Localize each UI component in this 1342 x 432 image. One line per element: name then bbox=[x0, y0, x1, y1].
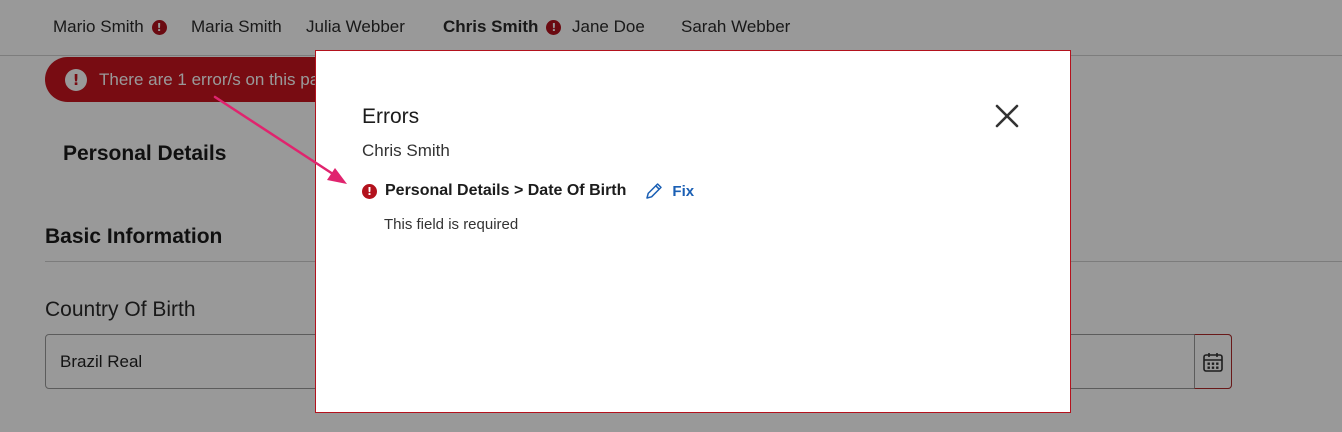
fix-link[interactable]: Fix bbox=[644, 181, 694, 201]
error-message: This field is required bbox=[384, 216, 519, 233]
error-item: ! Personal Details > Date Of Birth Fix bbox=[362, 181, 694, 201]
close-icon[interactable] bbox=[994, 103, 1020, 129]
dialog-title: Errors bbox=[362, 105, 420, 128]
error-icon: ! bbox=[362, 183, 377, 199]
fix-label: Fix bbox=[672, 182, 695, 200]
person-name: Chris Smith bbox=[362, 141, 450, 160]
pencil-icon bbox=[646, 183, 663, 199]
errors-dialog: Errors Chris Smith ! Personal Details > … bbox=[315, 50, 1071, 413]
error-field-path: Personal Details > Date Of Birth bbox=[385, 182, 627, 199]
